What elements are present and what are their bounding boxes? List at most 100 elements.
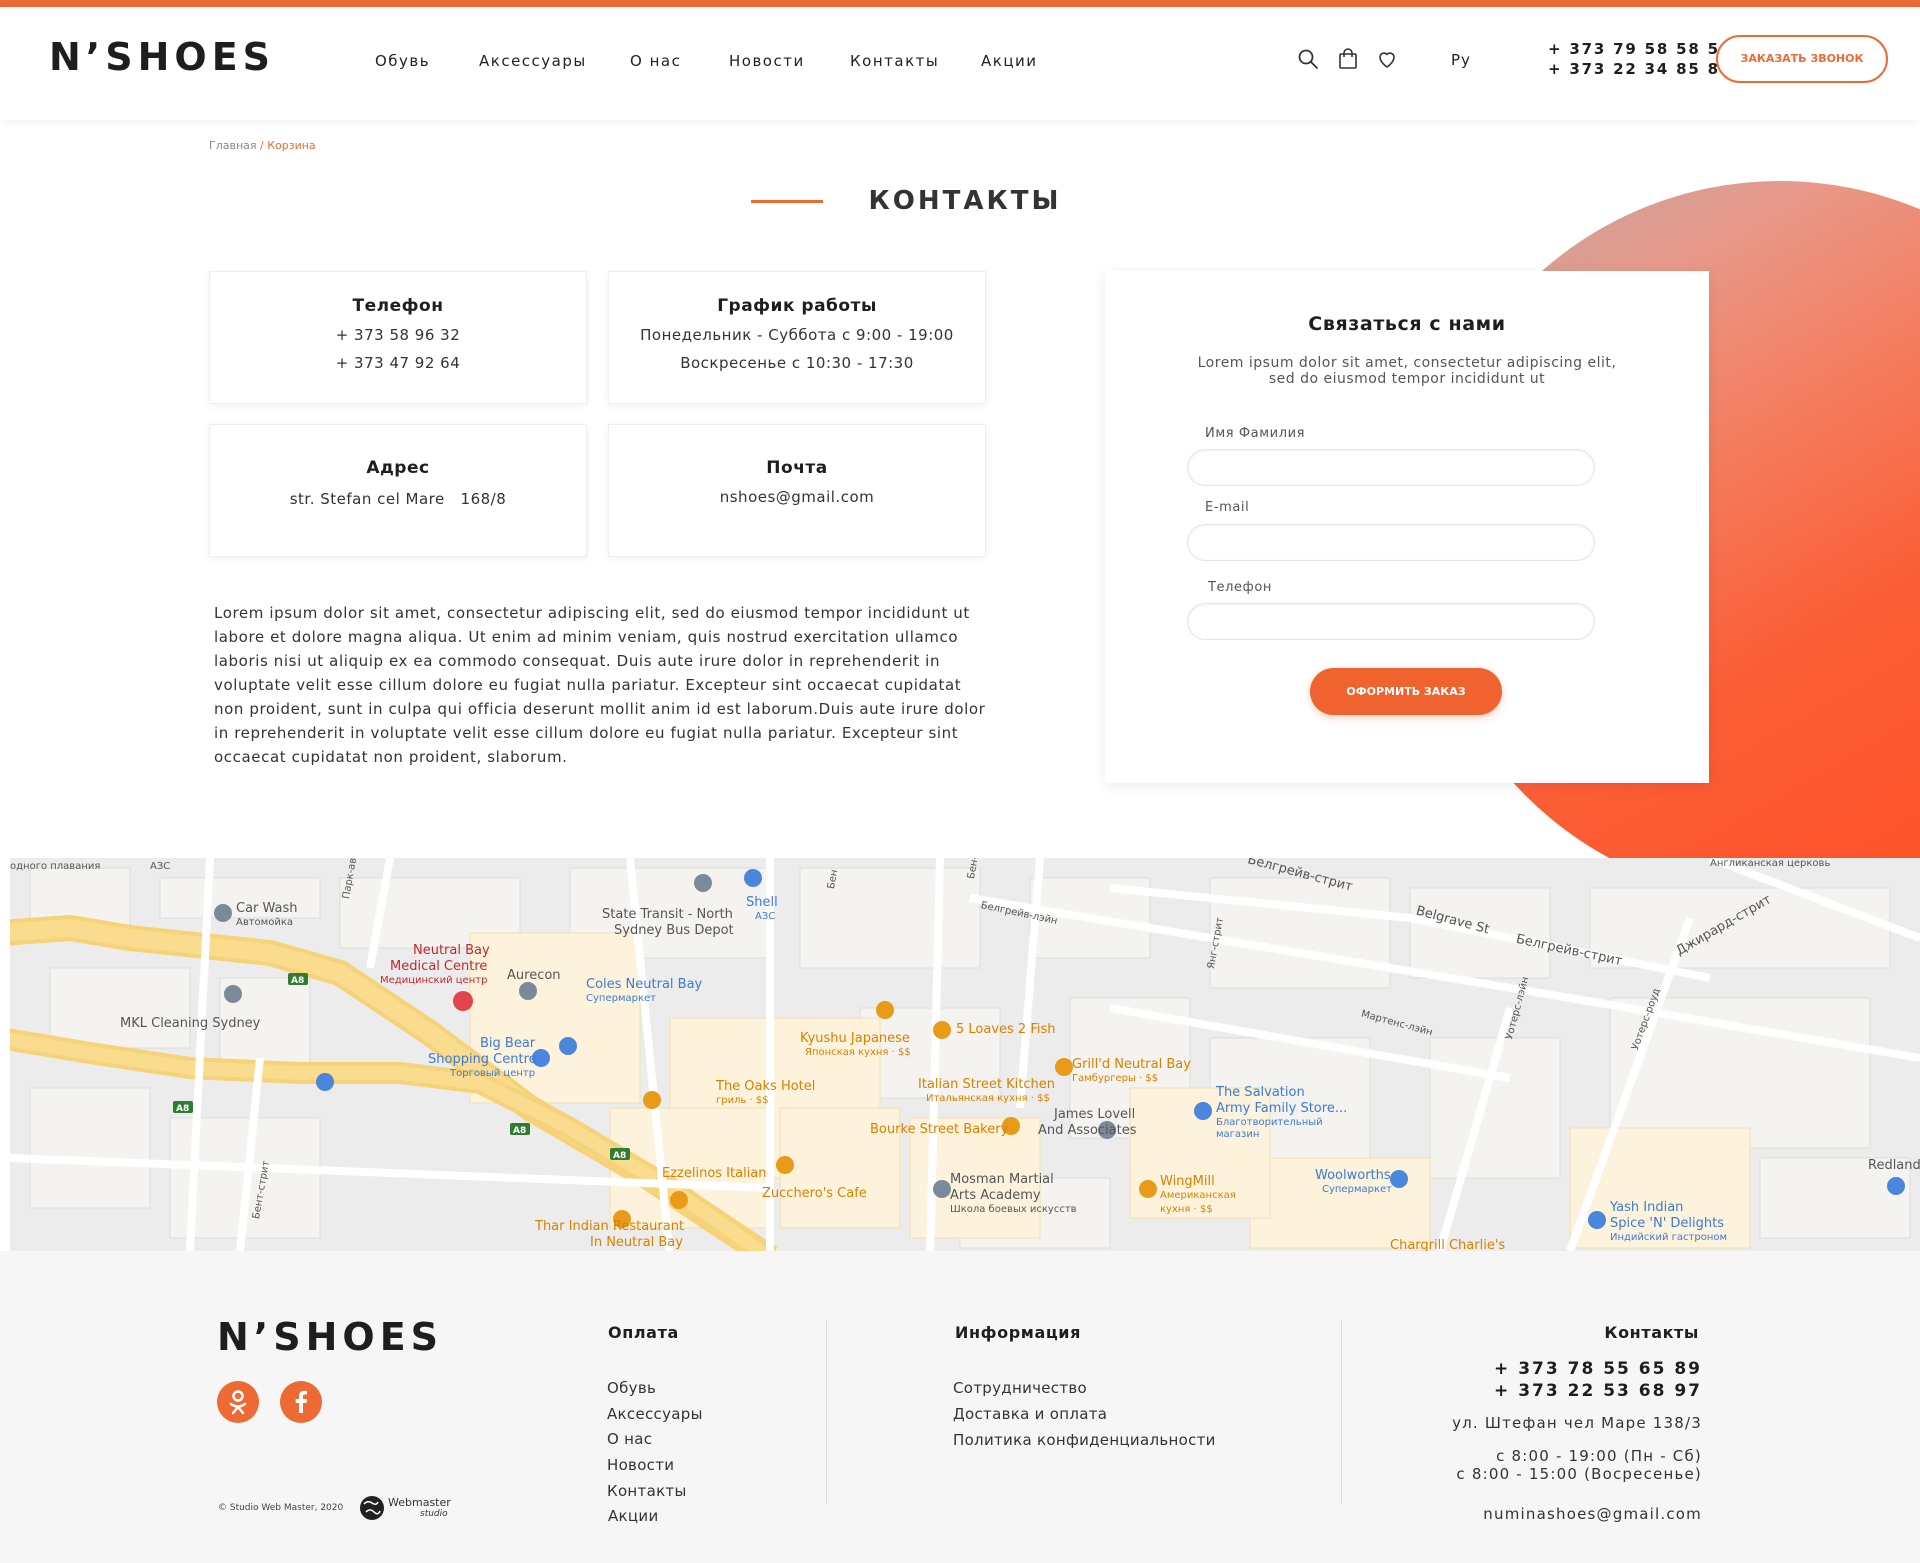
map-label: Army Family Store... <box>1216 1101 1348 1116</box>
contacts-description: Lorem ipsum dolor sit amet, consectetur … <box>214 604 986 766</box>
map-label: Bourke Street Bakery <box>870 1122 1009 1137</box>
map-label: АЗС <box>755 911 776 922</box>
schedule-card: График работы Понедельник - Суббота с 9:… <box>608 271 986 404</box>
footer-link[interactable]: Обувь <box>607 1379 656 1397</box>
heart-icon[interactable] <box>1375 47 1399 71</box>
site-header: N’SHOES Обувь Аксессуары О нас Новости К… <box>0 7 1920 120</box>
facebook-icon[interactable] <box>280 1381 322 1423</box>
page-title: КОНТАКТЫ <box>868 186 1062 216</box>
footer-hours: с 8:00 - 15:00 (Восресенье) <box>1456 1465 1702 1483</box>
form-description-line: sed do eiusmod tempor incididunt ut <box>1268 371 1546 387</box>
map-label: 5 Loaves 2 Fish <box>956 1022 1056 1037</box>
nav-item-news[interactable]: Новости <box>729 52 805 70</box>
map-label: Italian Street Kitchen <box>918 1077 1055 1092</box>
footer-divider <box>1341 1319 1342 1505</box>
footer-link[interactable]: О нас <box>607 1430 652 1448</box>
header-phone-2[interactable]: + 373 22 34 85 87 <box>1548 60 1732 78</box>
map-label: Yash Indian <box>1610 1200 1684 1215</box>
page: N’SHOES Обувь Аксессуары О нас Новости К… <box>0 0 1920 1563</box>
footer-link[interactable]: Сотрудничество <box>953 1379 1087 1397</box>
contact-form: Связаться с нами Lorem ipsum dolor sit a… <box>1105 271 1709 783</box>
map-label: Супермаркет <box>586 993 656 1004</box>
breadcrumb-home[interactable]: Главная <box>209 139 257 152</box>
svg-text:A8: A8 <box>513 1126 526 1136</box>
footer-link[interactable]: Политика конфиденциальности <box>953 1431 1216 1449</box>
map[interactable]: A8 A8 A8 A8 одного плавания АЗС Car Wash Ав… <box>10 858 1920 1251</box>
webmaster-sub: studio <box>420 1509 448 1519</box>
map-label: одного плавания <box>10 861 101 872</box>
email-card: Почта nshoes@gmail.com <box>608 424 986 557</box>
footer-link[interactable]: Контакты <box>607 1482 687 1500</box>
order-call-button[interactable]: ЗАКАЗАТЬ ЗВОНОК <box>1716 35 1888 83</box>
site-logo[interactable]: N’SHOES <box>49 35 275 79</box>
site-footer: N’SHOES © Studio Web Master, 2020 Webmas… <box>0 1251 1920 1563</box>
language-switch[interactable]: Ру <box>1451 51 1471 69</box>
submit-order-button[interactable]: ОФОРМИТЬ ЗАКАЗ <box>1310 668 1502 715</box>
header-phone-1[interactable]: + 373 79 58 58 54 <box>1548 40 1732 58</box>
webmaster-studio-logo[interactable]: Webmaster studio <box>358 1494 468 1522</box>
footer-heading-payment: Оплата <box>608 1323 679 1342</box>
footer-link[interactable]: Новости <box>607 1456 674 1474</box>
card-title: Адрес <box>366 458 430 478</box>
footer-logo[interactable]: N’SHOES <box>217 1315 443 1359</box>
map-label: State Transit - North <box>602 907 733 922</box>
map-label: Гамбургеры · $$ <box>1072 1073 1159 1084</box>
footer-phone[interactable]: + 373 78 55 65 89 <box>1494 1359 1702 1379</box>
form-description: Lorem ipsum dolor sit amet, consectetur … <box>1175 355 1639 387</box>
map-label: Car Wash <box>236 901 298 916</box>
name-field[interactable] <box>1187 449 1595 486</box>
map-label: Medical Centre <box>390 959 488 974</box>
address-card: Адрес str. Stefan cel Mare 168/8 <box>209 424 587 557</box>
card-line[interactable]: + 373 47 92 64 <box>210 354 586 372</box>
cart-icon[interactable] <box>1336 47 1360 71</box>
globe-icon <box>360 1496 384 1520</box>
card-title: График работы <box>717 296 877 316</box>
card-line[interactable]: + 373 58 96 32 <box>210 326 586 344</box>
webmaster-label: Webmaster <box>388 1496 451 1509</box>
map-label: Sydney Bus Depot <box>614 923 734 938</box>
odnoklassniki-icon[interactable] <box>217 1381 259 1423</box>
footer-email[interactable]: numinashoes@gmail.com <box>1483 1505 1702 1523</box>
map-label: Woolworths <box>1315 1168 1391 1183</box>
footer-link[interactable]: Доставка и оплата <box>953 1405 1107 1423</box>
map-label: Торговый центр <box>450 1068 536 1079</box>
nav-item-contacts[interactable]: Контакты <box>850 52 939 70</box>
nav-item-promotions[interactable]: Акции <box>981 52 1038 70</box>
map-label: АЗС <box>150 861 171 872</box>
map-label: Big Bear <box>480 1036 536 1051</box>
map-label: Arts Academy <box>950 1188 1041 1203</box>
map-label: Американская <box>1160 1190 1236 1201</box>
map-label: гриль · $$ <box>716 1095 769 1106</box>
map-label: In Neutral Bay <box>590 1235 683 1250</box>
form-title: Связаться с нами <box>1308 313 1506 335</box>
nav-item-shoes[interactable]: Обувь <box>375 52 430 70</box>
phone-label: Телефон <box>1208 580 1273 595</box>
breadcrumb-separator: / <box>256 139 268 152</box>
map-label: Thar Indian Restaurant <box>535 1219 685 1234</box>
footer-link[interactable]: Акции <box>608 1507 659 1525</box>
search-icon[interactable] <box>1296 47 1320 71</box>
map-label: Grill'd Neutral Bay <box>1072 1057 1191 1072</box>
map-label: Mosman Martial <box>950 1172 1054 1187</box>
footer-link[interactable]: Аксессуары <box>607 1405 703 1423</box>
map-label: Aurecon <box>507 968 561 983</box>
phone-field[interactable] <box>1187 603 1595 640</box>
map-label: магазин <box>1216 1129 1260 1140</box>
footer-heading-info: Информация <box>955 1323 1081 1342</box>
footer-phone[interactable]: + 373 22 53 68 97 <box>1494 1381 1702 1401</box>
card-line[interactable]: nshoes@gmail.com <box>609 488 985 506</box>
svg-text:A8: A8 <box>291 976 304 986</box>
map-label: And Associates <box>1038 1123 1137 1138</box>
map-label: Супермаркет <box>1322 1184 1392 1195</box>
map-label: Kyushu Japanese <box>800 1031 910 1046</box>
map-label: Shopping Centre <box>428 1052 537 1067</box>
card-title: Почта <box>766 458 828 478</box>
breadcrumb: Главная / Корзина <box>209 139 316 152</box>
email-field[interactable] <box>1187 524 1595 561</box>
map-label: The Oaks Hotel <box>716 1079 816 1094</box>
form-description-line: Lorem ipsum dolor sit amet, consectetur … <box>1197 355 1617 371</box>
map-label: WingMill <box>1160 1174 1215 1189</box>
nav-item-accessories[interactable]: Аксессуары <box>479 52 587 70</box>
map-label: MKL Cleaning Sydney <box>120 1016 261 1031</box>
nav-item-about[interactable]: О нас <box>630 52 681 70</box>
